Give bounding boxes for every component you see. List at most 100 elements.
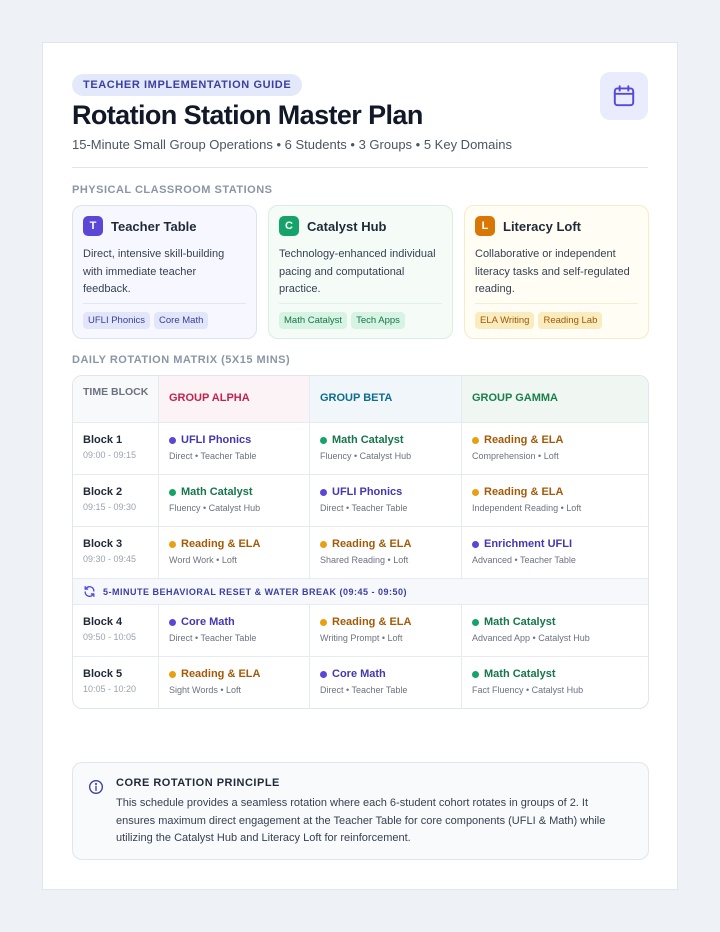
station-tag: ELA Writing bbox=[475, 312, 535, 329]
activity-name: Math Catalyst bbox=[332, 434, 404, 446]
matrix-row-block-2: Block 2 09:15 - 09:30 Math Catalyst Fluenc… bbox=[73, 474, 648, 526]
station-title: Teacher Table bbox=[111, 218, 197, 234]
block-name: Block 3 bbox=[83, 538, 123, 550]
page-subtitle: 15-Minute Small Group Operations • 6 Stu… bbox=[72, 137, 512, 152]
reset-break-label: 5-MINUTE BEHAVIORAL RESET & WATER BREAK … bbox=[103, 586, 408, 597]
station-tag: Math Catalyst bbox=[279, 312, 348, 329]
activity-detail: Shared Reading • Loft bbox=[320, 555, 409, 565]
block-name: Block 5 bbox=[83, 668, 123, 680]
activity-detail: Fact Fluency • Catalyst Hub bbox=[472, 685, 584, 695]
group-beta-header: GROUP BETA bbox=[320, 392, 393, 404]
station-title: Literacy Loft bbox=[503, 218, 582, 234]
station-tag: Core Math bbox=[154, 312, 209, 329]
station-card-literacy-loft: L Literacy Loft Collaborative or indepen… bbox=[464, 205, 649, 339]
loft-dot bbox=[169, 670, 176, 678]
page-title: Rotation Station Master Plan bbox=[72, 100, 423, 130]
activity-name: Reading & ELA bbox=[181, 538, 261, 550]
matrix-row-block-1: Block 1 09:00 - 09:15 UFLI Phonics Direct … bbox=[73, 422, 648, 474]
teacher-dot bbox=[169, 436, 176, 444]
loft-dot bbox=[320, 618, 327, 626]
group-gamma-header: GROUP GAMMA bbox=[472, 392, 558, 404]
activity-name: UFLI Phonics bbox=[332, 486, 403, 498]
matrix-row-block-3: Block 3 09:30 - 09:45 Reading & ELA Word W… bbox=[73, 526, 648, 578]
activity-detail: Sight Words • Loft bbox=[169, 685, 242, 695]
catalyst-dot bbox=[169, 488, 176, 496]
group-alpha-header: GROUP ALPHA bbox=[169, 392, 250, 404]
activity-detail: Writing Prompt • Loft bbox=[320, 633, 403, 643]
matrix-row-block-5: Block 5 10:05 - 10:20 Reading & ELA Sight … bbox=[73, 656, 648, 708]
block-name: Block 1 bbox=[83, 434, 123, 446]
loft-dot bbox=[169, 540, 176, 548]
station-letter: L bbox=[475, 216, 495, 236]
activity-name: Core Math bbox=[332, 668, 386, 680]
activity-name: Math Catalyst bbox=[181, 486, 253, 498]
activity-name: Reading & ELA bbox=[181, 668, 261, 680]
teacher-dot bbox=[320, 488, 327, 496]
catalyst-dot bbox=[472, 618, 479, 626]
activity-name: Math Catalyst bbox=[484, 668, 556, 680]
matrix-section-label: DAILY ROTATION MATRIX (5X15 MINS) bbox=[72, 354, 291, 366]
block-time: 10:05 - 10:20 bbox=[83, 684, 137, 694]
catalyst-dot bbox=[320, 436, 327, 444]
teacher-dot bbox=[472, 540, 479, 548]
principle-body: This schedule provides a seamless rotati… bbox=[116, 797, 606, 844]
activity-detail: Direct • Teacher Table bbox=[320, 503, 408, 513]
activity-detail: Direct • Teacher Table bbox=[169, 633, 257, 643]
calendar-button[interactable] bbox=[600, 72, 648, 120]
station-description: Direct, intensive skill-building with im… bbox=[83, 248, 225, 295]
activity-detail: Advanced • Teacher Table bbox=[472, 555, 576, 565]
block-time: 09:15 - 09:30 bbox=[83, 502, 137, 512]
block-time: 09:00 - 09:15 bbox=[83, 450, 137, 460]
activity-name: Reading & ELA bbox=[332, 538, 412, 550]
rotation-matrix: TIME BLOCK GROUP ALPHA GROUP BETA GROUP … bbox=[72, 375, 649, 709]
station-description: Collaborative or independent literacy ta… bbox=[475, 248, 630, 295]
matrix-row-block-4: Block 4 09:50 - 10:05 Core Math Direct • T… bbox=[73, 604, 648, 656]
teacher-dot bbox=[169, 618, 176, 626]
info-icon bbox=[89, 780, 103, 794]
matrix-header-row: TIME BLOCK GROUP ALPHA GROUP BETA GROUP … bbox=[73, 376, 648, 422]
station-tag: Reading Lab bbox=[538, 312, 603, 329]
plan-page: TEACHER IMPLEMENTATION GUIDE Rotation St… bbox=[42, 42, 678, 890]
activity-detail: Word Work • Loft bbox=[169, 555, 237, 565]
principle-title: CORE ROTATION PRINCIPLE bbox=[116, 777, 280, 789]
time-block-header: TIME BLOCK bbox=[83, 386, 149, 398]
station-letter: T bbox=[83, 216, 103, 236]
loft-dot bbox=[472, 436, 479, 444]
activity-detail: Advanced App • Catalyst Hub bbox=[472, 633, 590, 643]
activity-detail: Fluency • Catalyst Hub bbox=[320, 451, 412, 461]
activity-detail: Fluency • Catalyst Hub bbox=[169, 503, 261, 513]
activity-detail: Independent Reading • Loft bbox=[472, 503, 582, 513]
activity-detail: Direct • Teacher Table bbox=[169, 451, 257, 461]
guide-badge: TEACHER IMPLEMENTATION GUIDE bbox=[72, 74, 303, 96]
station-description: Technology-enhanced individual pacing an… bbox=[279, 248, 436, 295]
station-letter: C bbox=[279, 216, 299, 236]
station-tag: Tech Apps bbox=[351, 312, 405, 329]
loft-dot bbox=[320, 540, 327, 548]
activity-name: Reading & ELA bbox=[484, 486, 564, 498]
block-time: 09:30 - 09:45 bbox=[83, 554, 137, 564]
activity-name: Math Catalyst bbox=[484, 616, 556, 628]
activity-name: Enrichment UFLI bbox=[484, 538, 573, 550]
teacher-dot bbox=[320, 670, 327, 678]
loft-dot bbox=[472, 488, 479, 496]
station-card-teacher-table: T Teacher Table Direct, intensive skill-… bbox=[72, 205, 257, 339]
header-divider bbox=[72, 167, 648, 168]
activity-name: Core Math bbox=[181, 616, 235, 628]
calendar-icon bbox=[613, 85, 635, 107]
activity-name: Reading & ELA bbox=[332, 616, 412, 628]
station-title: Catalyst Hub bbox=[307, 218, 387, 234]
activity-detail: Direct • Teacher Table bbox=[320, 685, 408, 695]
block-name: Block 2 bbox=[83, 486, 123, 498]
catalyst-dot bbox=[472, 670, 479, 678]
refresh-icon bbox=[84, 585, 95, 598]
block-name: Block 4 bbox=[83, 616, 123, 628]
block-time: 09:50 - 10:05 bbox=[83, 632, 137, 642]
activity-name: Reading & ELA bbox=[484, 434, 564, 446]
station-tag: UFLI Phonics bbox=[83, 312, 151, 329]
station-card-catalyst-hub: C Catalyst Hub Technology-enhanced indiv… bbox=[268, 205, 453, 339]
activity-detail: Comprehension • Loft bbox=[472, 451, 559, 461]
reset-break-row: 5-MINUTE BEHAVIORAL RESET & WATER BREAK … bbox=[73, 578, 648, 604]
core-principle-note: CORE ROTATION PRINCIPLE This schedule pr… bbox=[72, 762, 649, 860]
stations-section-label: PHYSICAL CLASSROOM STATIONS bbox=[72, 184, 273, 196]
activity-name: UFLI Phonics bbox=[181, 434, 252, 446]
